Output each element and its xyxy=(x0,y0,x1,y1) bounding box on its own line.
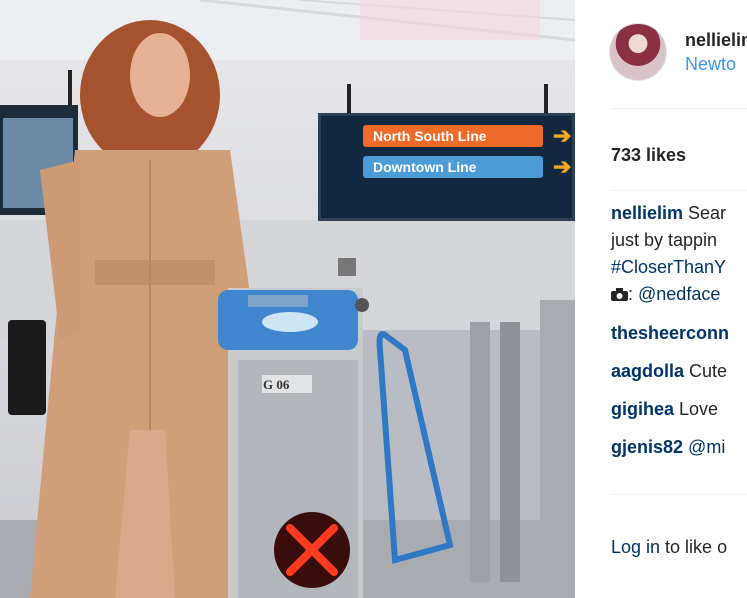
comment-username[interactable]: aagdolla xyxy=(611,361,684,381)
post-sidebar: nellielim Newto 733 likes nellielim Sear… xyxy=(575,0,747,598)
comment-row: thesheerconn xyxy=(611,320,729,347)
caption-text: Sear xyxy=(683,203,727,223)
caption-line-1: nellielim Sear xyxy=(611,200,726,227)
caption-colon: : xyxy=(628,284,639,304)
gate-label: G 06 xyxy=(263,377,290,392)
comment-text: Cute xyxy=(684,361,728,381)
post-username[interactable]: nellielim xyxy=(685,30,747,51)
comment-row: gjenis82 @mi xyxy=(611,434,725,461)
photo-scene xyxy=(0,0,575,598)
post-location[interactable]: Newto xyxy=(685,54,736,75)
header-divider xyxy=(611,108,747,109)
arrow-right-icon: ➔ xyxy=(553,154,572,179)
comment-text[interactable]: @mi xyxy=(683,437,725,457)
caption-line-4: : @nedface xyxy=(611,281,720,308)
north-south-line-label: North South Line xyxy=(363,125,543,147)
comment-row: aagdolla Cute xyxy=(611,358,727,385)
caption-mention[interactable]: @nedface xyxy=(638,284,720,304)
downtown-line-label: Downtown Line xyxy=(363,156,543,178)
likes-divider xyxy=(611,190,747,191)
caption-username[interactable]: nellielim xyxy=(611,203,683,223)
caption-line-3: #CloserThanY xyxy=(611,254,726,281)
comment-row: gigihea Love xyxy=(611,396,718,423)
comment-text: Love xyxy=(674,399,719,419)
login-text: to like o xyxy=(660,537,728,557)
comments-divider xyxy=(611,494,747,495)
avatar[interactable] xyxy=(609,23,667,81)
mrt-direction-sign: North South Line ➔ Downtown Line ➔ xyxy=(318,113,575,221)
post-photo[interactable]: North South Line ➔ Downtown Line ➔ G 06 xyxy=(0,0,575,598)
comment-username[interactable]: gigihea xyxy=(611,399,674,419)
login-prompt: Log in to like o xyxy=(611,537,727,558)
likes-count[interactable]: 733 likes xyxy=(611,145,686,166)
arrow-right-icon: ➔ xyxy=(553,123,572,148)
caption-line-2: just by tappin xyxy=(611,227,717,254)
camera-icon xyxy=(611,282,628,301)
comment-username[interactable]: gjenis82 xyxy=(611,437,683,457)
login-link[interactable]: Log in xyxy=(611,537,660,557)
comment-username[interactable]: thesheerconn xyxy=(611,323,729,343)
caption-hashtag[interactable]: #CloserThanY xyxy=(611,257,726,277)
caption-text-cont: just by tappin xyxy=(611,230,718,250)
